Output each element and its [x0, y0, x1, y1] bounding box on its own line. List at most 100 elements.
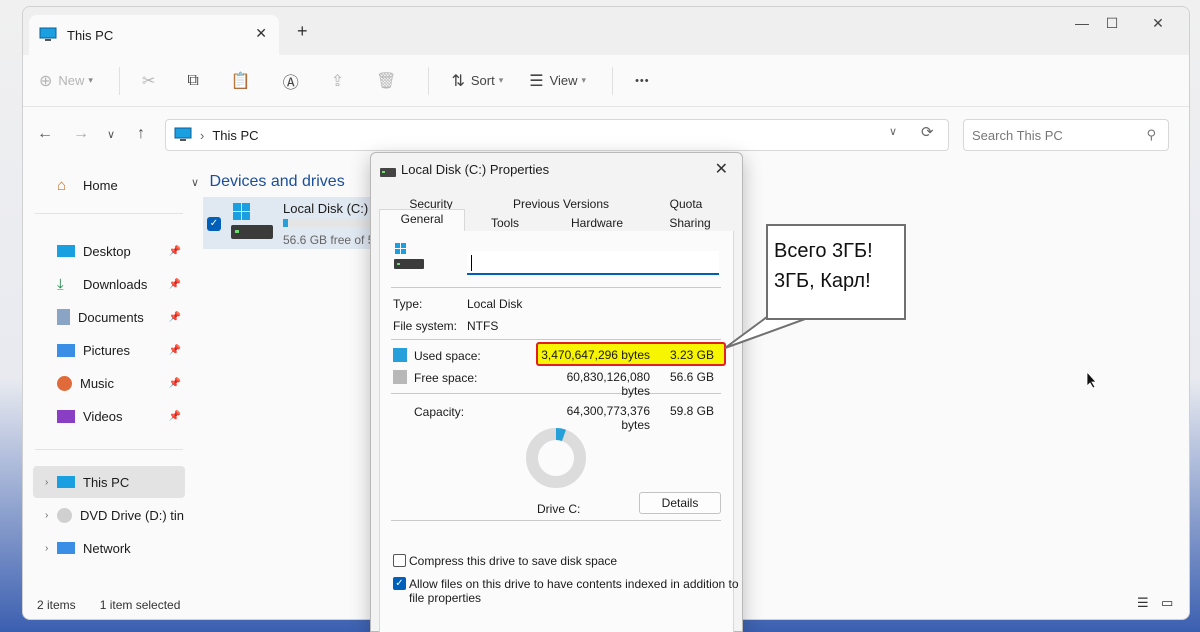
sidebar-item-pictures[interactable]: Pictures 📌 — [33, 334, 185, 366]
sidebar-item-documents[interactable]: Documents 📌 — [33, 301, 185, 333]
search-placeholder: Search This PC — [972, 127, 1063, 143]
minimize-icon[interactable]: — — [1067, 15, 1097, 31]
close-window-icon[interactable]: ✕ — [1143, 15, 1173, 32]
used-space-label: Used space: — [414, 349, 481, 363]
computer-icon — [57, 476, 75, 488]
up-arrow-icon[interactable]: ↑ — [137, 125, 145, 143]
new-button[interactable]: ⊕ New ▾ — [39, 71, 93, 91]
drive-free-space: 56.6 GB free of 5 — [283, 233, 375, 247]
new-tab-icon[interactable]: + — [297, 21, 308, 42]
pin-icon: 📌 — [168, 278, 181, 290]
copy-icon: ⧉ — [187, 71, 199, 89]
sidebar-item-home[interactable]: ⌂ Home — [33, 169, 185, 201]
copy-button[interactable]: ⧉ — [187, 72, 204, 90]
drive-letter-label: Drive C: — [537, 502, 581, 516]
rename-button[interactable]: Ⓐ — [283, 69, 305, 93]
details-button[interactable]: Details — [639, 492, 721, 514]
pin-icon: 📌 — [168, 377, 181, 389]
address-dropdown-icon[interactable]: ∨ — [889, 125, 897, 138]
cut-button[interactable]: ✂ — [142, 71, 161, 91]
sidebar-item-label: DVD Drive (D:) tiny — [80, 507, 184, 523]
capacity-gb: 59.8 GB — [669, 404, 714, 418]
sort-button[interactable]: ⇅ Sort ▾ — [451, 71, 503, 91]
item-count: 2 items — [37, 598, 76, 612]
sidebar-item-label: Desktop — [83, 243, 131, 259]
compress-label: Compress this drive to save disk space — [409, 554, 618, 568]
index-checkbox[interactable]: ✓ — [393, 577, 406, 590]
free-space-gb: 56.6 GB — [669, 370, 714, 384]
tab-sharing[interactable]: Sharing — [649, 214, 731, 232]
sidebar-item-music[interactable]: Music 📌 — [33, 367, 185, 399]
volume-label-input[interactable] — [467, 251, 719, 275]
drive-icon — [231, 203, 273, 239]
search-icon: ⚲ — [1146, 127, 1156, 142]
pictures-icon — [57, 343, 75, 357]
music-icon — [57, 375, 72, 391]
address-bar[interactable]: › This PC — [165, 119, 949, 151]
sidebar-item-this-pc[interactable]: › This PC — [33, 466, 185, 498]
drive-icon — [380, 168, 396, 177]
sidebar-item-dvd-drive[interactable]: › DVD Drive (D:) tiny — [33, 499, 185, 531]
index-label-line1: Allow files on this drive to have conten… — [409, 577, 739, 591]
details-view-icon[interactable]: ☰ — [1137, 595, 1149, 611]
breadcrumb-this-pc[interactable]: This PC — [212, 128, 258, 143]
refresh-icon[interactable]: ⟳ — [921, 123, 934, 141]
tab-previous-versions[interactable]: Previous Versions — [491, 195, 631, 213]
view-button[interactable]: ☰ View ▾ — [529, 71, 586, 91]
desktop-icon — [57, 245, 75, 257]
back-arrow-icon[interactable]: ← — [37, 125, 53, 143]
index-label-line2: file properties — [409, 591, 482, 605]
close-icon[interactable]: ✕ — [715, 159, 728, 179]
sidebar-item-desktop[interactable]: Desktop 📌 — [33, 235, 185, 267]
divider — [391, 339, 721, 340]
sidebar-item-network[interactable]: › Network — [33, 532, 185, 564]
callout-line-2: 3ГБ, Карл! — [774, 270, 871, 292]
share-icon: ⇪ — [330, 72, 345, 90]
plus-circle-icon: ⊕ — [39, 72, 53, 90]
selection-checkbox[interactable]: ✓ — [207, 217, 221, 231]
forward-arrow-icon[interactable]: → — [73, 125, 89, 143]
compress-checkbox[interactable] — [393, 554, 406, 567]
expand-chevron-icon[interactable]: › — [45, 543, 48, 554]
tab-quota[interactable]: Quota — [641, 195, 731, 213]
tab-hardware[interactable]: Hardware — [547, 214, 647, 232]
pin-icon: 📌 — [168, 410, 181, 422]
free-space-label: Free space: — [414, 371, 478, 385]
pin-icon: 📌 — [168, 344, 181, 356]
tab-tools[interactable]: Tools — [467, 214, 543, 232]
tab-this-pc[interactable]: This PC ✕ — [29, 15, 279, 55]
divider — [391, 520, 721, 521]
toolbar-divider — [612, 66, 614, 95]
sidebar-item-videos[interactable]: Videos 📌 — [33, 400, 185, 432]
more-options-button[interactable]: ••• — [635, 75, 650, 87]
view-list-icon: ☰ — [529, 72, 544, 90]
drive-tile-local-disk-c[interactable]: ✓ Local Disk (C:) 56.6 GB free of 5 — [203, 197, 383, 249]
paste-button[interactable]: 📋 — [231, 71, 257, 91]
drive-name: Local Disk (C:) — [283, 201, 369, 216]
dialog-title: Local Disk (C:) Properties — [401, 162, 550, 177]
recent-locations-icon[interactable]: ∨ — [107, 128, 115, 141]
tiles-view-icon[interactable]: ▭ — [1161, 595, 1173, 611]
home-icon: ⌂ — [57, 177, 67, 194]
chevron-down-icon: ▾ — [88, 75, 93, 85]
expand-chevron-icon[interactable]: › — [45, 477, 48, 488]
delete-button[interactable]: 🗑 — [376, 71, 402, 91]
drive-usage-fill — [283, 219, 289, 227]
trash-icon: 🗑 — [376, 72, 397, 90]
sidebar-item-label: This PC — [83, 474, 130, 490]
usage-donut-chart — [526, 428, 586, 488]
toolbar-divider — [118, 66, 120, 95]
share-button[interactable]: ⇪ — [331, 71, 350, 91]
collapse-chevron-icon: ∨ — [191, 177, 200, 189]
section-devices-and-drives[interactable]: ∨ Devices and drives — [191, 173, 345, 191]
expand-chevron-icon[interactable]: › — [45, 510, 48, 521]
sidebar-item-label: Videos — [83, 408, 123, 424]
search-input[interactable]: Search This PC ⚲ — [963, 119, 1169, 151]
rename-icon: Ⓐ — [282, 74, 299, 92]
tab-general[interactable]: General — [379, 209, 465, 231]
sidebar-item-downloads[interactable]: ⤓ Downloads 📌 — [33, 268, 185, 300]
close-tab-icon[interactable]: ✕ — [255, 25, 267, 42]
sort-label: Sort — [470, 73, 495, 88]
maximize-icon[interactable]: ☐ — [1097, 15, 1127, 32]
selection-count: 1 item selected — [99, 598, 181, 612]
